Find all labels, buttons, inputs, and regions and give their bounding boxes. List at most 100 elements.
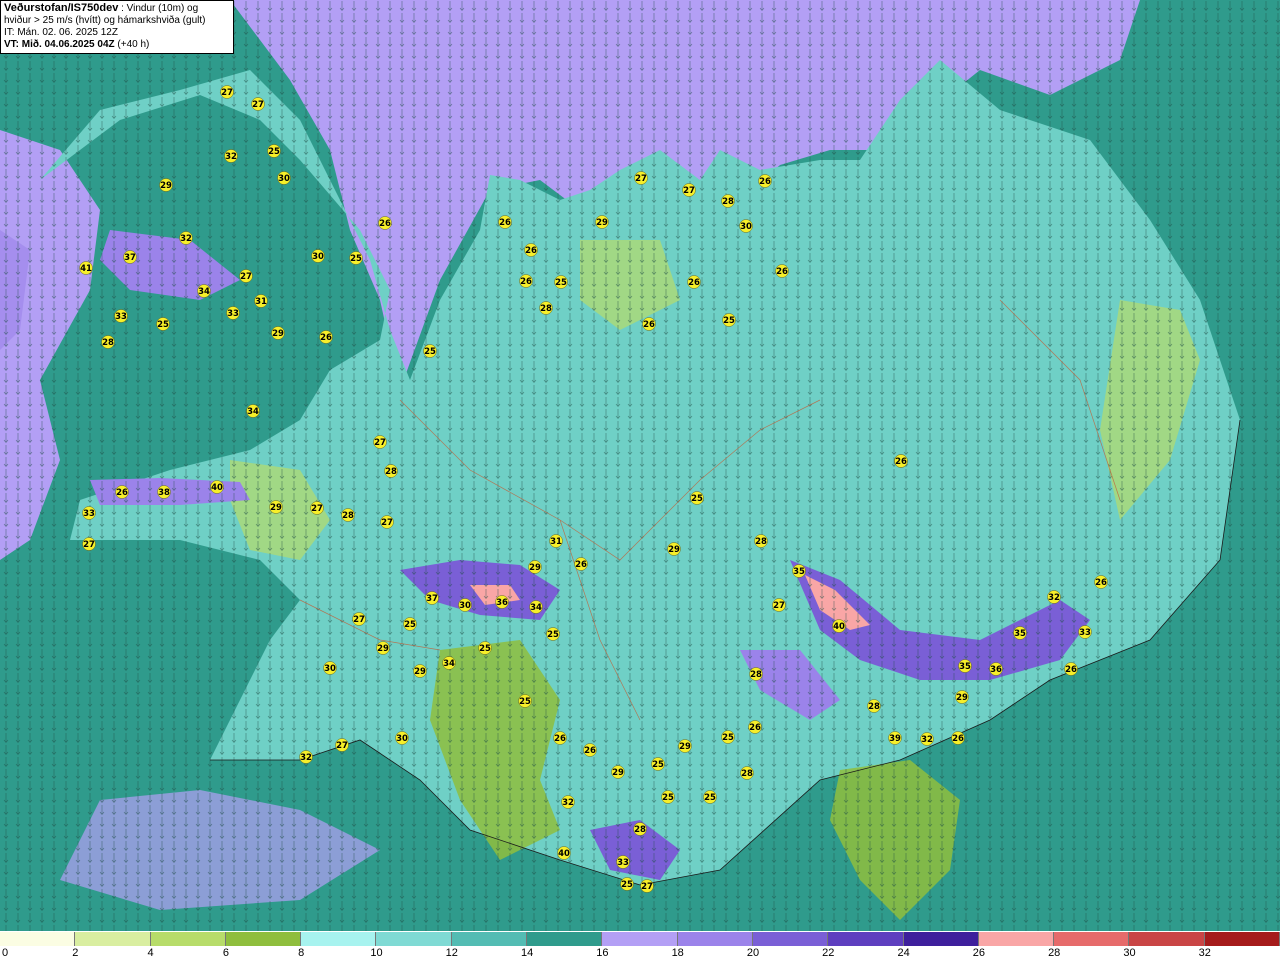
colorbar-swatch: [301, 932, 377, 946]
svg-text:28: 28: [385, 467, 397, 477]
colorbar-swatch: [903, 932, 979, 946]
svg-text:32: 32: [180, 234, 192, 244]
model-title: Veðurstofan/IS750dev: [4, 2, 119, 14]
colorbar-tick-label: 16: [596, 947, 609, 959]
max-gust-label: 27: [251, 97, 265, 111]
colorbar-swatch: [1204, 932, 1280, 946]
colorbar-tick-label: 24: [897, 947, 910, 959]
colorbar-swatch: [752, 932, 829, 946]
svg-text:25: 25: [479, 644, 491, 654]
max-gust-label: 29: [667, 542, 681, 556]
max-gust-label: 25: [403, 617, 417, 631]
map-info-box: Veðurstofan/IS750dev : Vindur (10m) og h…: [0, 0, 234, 54]
max-gust-label: 40: [832, 619, 846, 633]
map-description-line2: hviður > 25 m/s (hvítt) og hámarkshviða …: [4, 15, 206, 26]
svg-text:33: 33: [1079, 628, 1091, 638]
svg-text:33: 33: [115, 312, 127, 322]
max-gust-label: 31: [549, 534, 563, 548]
max-gust-label: 40: [557, 846, 571, 860]
max-gust-label: 28: [721, 194, 735, 208]
svg-text:26: 26: [499, 218, 511, 228]
colorbar-swatch: [225, 932, 302, 946]
max-gust-label: 30: [739, 219, 753, 233]
max-gust-label: 30: [311, 249, 325, 263]
max-gust-label: 28: [754, 534, 768, 548]
svg-text:32: 32: [1048, 593, 1060, 603]
max-gust-label: 29: [678, 739, 692, 753]
svg-text:40: 40: [833, 622, 845, 632]
svg-text:25: 25: [547, 630, 559, 640]
svg-text:34: 34: [198, 287, 210, 297]
colorbar-swatch: [527, 932, 603, 946]
max-gust-label: 26: [553, 731, 567, 745]
max-gust-label: 30: [277, 171, 291, 185]
max-gust-label: 29: [269, 500, 283, 514]
map-description-line1: : Vindur (10m) og: [118, 3, 199, 14]
svg-text:35: 35: [1014, 629, 1026, 639]
svg-text:25: 25: [691, 494, 703, 504]
svg-text:28: 28: [868, 702, 880, 712]
svg-text:28: 28: [750, 670, 762, 680]
colorbar-ticks: 0 2 4 6 8 10 12 14 16 18 20 22 24 26 28 30 32: [0, 947, 1280, 960]
colorbar-tick-label: 30: [1123, 947, 1136, 959]
svg-text:35: 35: [959, 662, 971, 672]
max-gust-label: 25: [546, 627, 560, 641]
max-gust-label: 28: [740, 766, 754, 780]
svg-text:25: 25: [404, 620, 416, 630]
svg-text:35: 35: [793, 567, 805, 577]
max-gust-label: 25: [722, 313, 736, 327]
colorbar-swatch: [1129, 932, 1205, 946]
svg-text:26: 26: [554, 734, 566, 744]
colorbar-swatch: [75, 932, 151, 946]
max-gust-label: 27: [380, 515, 394, 529]
svg-text:26: 26: [952, 734, 964, 744]
max-gust-label: 25: [267, 144, 281, 158]
svg-text:29: 29: [270, 503, 282, 513]
max-gust-label: 30: [395, 731, 409, 745]
svg-text:36: 36: [990, 665, 1002, 675]
max-gust-label: 35: [792, 564, 806, 578]
max-gust-label: 26: [498, 215, 512, 229]
svg-text:25: 25: [662, 793, 674, 803]
max-gust-label: 25: [349, 251, 363, 265]
max-gust-label: 27: [335, 738, 349, 752]
svg-text:31: 31: [550, 537, 562, 547]
colorbar-tick-label: 10: [370, 947, 383, 959]
svg-text:28: 28: [634, 825, 646, 835]
svg-text:37: 37: [426, 594, 438, 604]
svg-text:26: 26: [776, 267, 788, 277]
svg-text:30: 30: [740, 222, 752, 232]
max-gust-label: 33: [616, 855, 630, 869]
max-gust-label: 36: [989, 662, 1003, 676]
max-gust-label: 25: [651, 757, 665, 771]
max-gust-label: 29: [376, 641, 390, 655]
max-gust-label: 28: [384, 464, 398, 478]
max-gust-label: 25: [156, 317, 170, 331]
max-gust-label: 26: [319, 330, 333, 344]
svg-text:26: 26: [749, 723, 761, 733]
colorbar-tick-label: 20: [746, 947, 760, 959]
colorbar-tick-label: 4: [147, 947, 154, 959]
valid-time: VT: Mið. 04.06.2025 04Z: [4, 39, 115, 50]
max-gust-label: 27: [220, 85, 234, 99]
svg-text:27: 27: [635, 174, 647, 184]
svg-text:27: 27: [221, 88, 233, 98]
svg-text:32: 32: [562, 798, 574, 808]
max-gust-label: 34: [529, 600, 543, 614]
svg-text:28: 28: [741, 769, 753, 779]
max-gust-label: 32: [224, 149, 238, 163]
max-gust-label: 26: [378, 216, 392, 230]
max-gust-label: 35: [958, 659, 972, 673]
max-gust-label: 26: [951, 731, 965, 745]
svg-text:27: 27: [336, 741, 348, 751]
max-gust-label: 26: [1094, 575, 1108, 589]
svg-text:25: 25: [268, 147, 280, 157]
max-gust-label: 29: [528, 560, 542, 574]
max-gust-label: 28: [341, 508, 355, 522]
max-gust-label: 26: [583, 743, 597, 757]
svg-text:37: 37: [124, 253, 136, 263]
max-gust-label: 26: [1064, 662, 1078, 676]
max-gust-label: 29: [159, 178, 173, 192]
svg-text:27: 27: [374, 438, 386, 448]
svg-text:41: 41: [80, 264, 92, 274]
